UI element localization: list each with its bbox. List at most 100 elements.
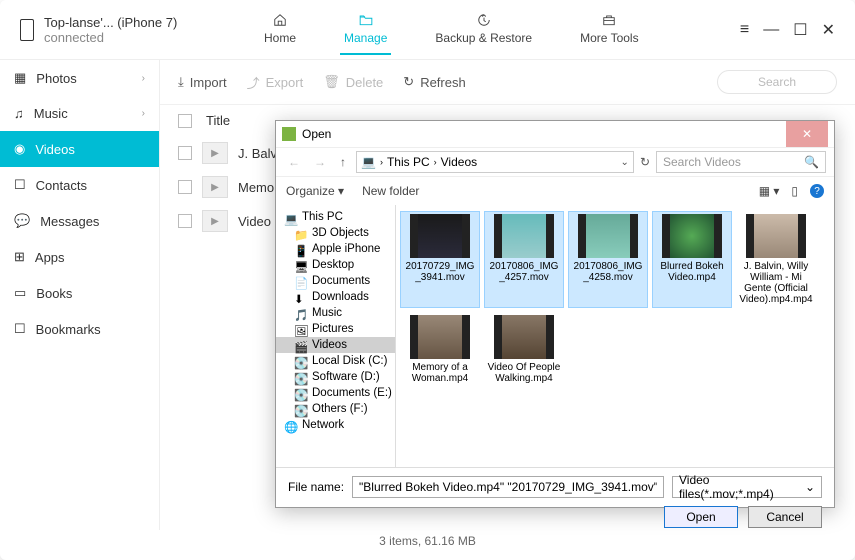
organize-menu[interactable]: Organize ▾ — [286, 184, 344, 198]
device-info: Top-lanse'... (iPhone 7) connected — [20, 15, 220, 45]
sidebar-item-contacts[interactable]: ☐Contacts — [0, 167, 159, 203]
help-icon[interactable]: ? — [810, 184, 824, 198]
file-item[interactable]: Video Of People Walking.mp4 — [484, 312, 564, 387]
tree-item[interactable]: 🎵Music — [276, 305, 395, 321]
filetype-select[interactable]: Video files(*.mov;*.mp4)⌄ — [672, 476, 822, 498]
tree-item[interactable]: 💽 Documents (E:) — [276, 385, 395, 401]
video-thumbnail — [746, 214, 806, 258]
row-checkbox[interactable] — [178, 146, 192, 160]
filename-input[interactable] — [352, 476, 664, 498]
new-folder-button[interactable]: New folder — [362, 184, 419, 198]
tree-label: Network — [302, 419, 344, 431]
filetype-label: Video files(*.mov;*.mp4) — [679, 473, 805, 501]
toolbox-icon — [601, 13, 617, 27]
file-item[interactable]: J. Balvin, Willy William - Mi Gente (Off… — [736, 211, 816, 308]
nav-more[interactable]: More Tools — [576, 5, 642, 55]
nav-manage[interactable]: Manage — [340, 5, 391, 55]
dialog-search-input[interactable]: Search Videos 🔍 — [656, 151, 826, 173]
up-button[interactable]: ↑ — [336, 155, 350, 169]
sidebar-item-videos[interactable]: ◉Videos — [0, 131, 159, 167]
back-button[interactable]: ← — [284, 155, 304, 169]
disk-icon: 💽 — [294, 372, 307, 383]
search-input[interactable]: Search — [717, 70, 837, 94]
select-all-checkbox[interactable] — [178, 114, 192, 128]
nav-backup[interactable]: Backup & Restore — [431, 5, 536, 55]
play-icon[interactable]: ▶ — [202, 210, 228, 232]
breadcrumb[interactable]: This PC — [387, 155, 430, 169]
menu-icon[interactable]: ≡ — [740, 21, 749, 39]
phone-icon — [20, 19, 34, 41]
minimize-button[interactable]: — — [763, 21, 779, 39]
organize-label: Organize — [286, 184, 335, 198]
file-label: 20170806_IMG_4257.mov — [487, 261, 561, 283]
file-item[interactable]: 20170806_IMG_4258.mov — [568, 211, 648, 308]
import-button[interactable]: ⤓Import — [178, 74, 227, 90]
status-bar: 3 items, 61.16 MB — [0, 534, 855, 548]
device-status: connected — [44, 30, 177, 45]
sidebar-item-messages[interactable]: 💬Messages — [0, 203, 159, 239]
export-button[interactable]: ⤴Export — [247, 73, 304, 92]
tree-item[interactable]: 💽Local Disk (C:) — [276, 353, 395, 369]
delete-button[interactable]: 🗑Delete — [323, 74, 383, 90]
sidebar-item-apps[interactable]: ⊞Apps — [0, 239, 159, 275]
tree-item[interactable]: 💽Software (D:) — [276, 369, 395, 385]
tree-item[interactable]: 💽Others (F:) — [276, 401, 395, 417]
tree-item[interactable]: 💻This PC — [276, 209, 395, 225]
row-checkbox[interactable] — [178, 214, 192, 228]
close-button[interactable]: ✕ — [822, 20, 835, 40]
disk-icon: 💽 — [294, 388, 307, 399]
folder-icon — [358, 13, 374, 27]
maximize-button[interactable]: ☐ — [793, 20, 807, 40]
refresh-button[interactable]: ↻Refresh — [403, 74, 465, 90]
tree-item[interactable]: 🎬Videos — [276, 337, 395, 353]
chevron-right-icon: › — [142, 73, 145, 84]
file-label: J. Balvin, Willy William - Mi Gente (Off… — [739, 261, 813, 305]
chevron-right-icon: › — [142, 108, 145, 119]
tree-item[interactable]: 📁3D Objects — [276, 225, 395, 241]
pc-icon: 💻 — [284, 212, 297, 223]
sidebar-item-bookmarks[interactable]: ☐Bookmarks — [0, 311, 159, 347]
nav-home[interactable]: Home — [260, 5, 300, 55]
tree-item[interactable]: 🖥Desktop — [276, 257, 395, 273]
dialog-title: Open — [302, 127, 331, 141]
play-icon[interactable]: ▶ — [202, 142, 228, 164]
view-menu[interactable]: ▦ ▾ — [759, 184, 780, 198]
dialog-close-button[interactable]: ✕ — [786, 121, 828, 147]
file-item[interactable]: Memory of a Woman.mp4 — [400, 312, 480, 387]
tree-label: Documents — [312, 275, 370, 287]
tree-item[interactable]: 🌐Network — [276, 417, 395, 433]
tree-item[interactable]: 📄Documents — [276, 273, 395, 289]
refresh-button[interactable]: ↻ — [640, 155, 650, 169]
tree-label: Documents (E:) — [312, 387, 392, 399]
tree-item[interactable]: ⬇Downloads — [276, 289, 395, 305]
sidebar-item-music[interactable]: ♫Music› — [0, 96, 159, 131]
address-bar[interactable]: 💻 › This PC › Videos ⌄ — [356, 151, 634, 173]
video-thumbnail — [494, 315, 554, 359]
device-name: Top-lanse'... (iPhone 7) — [44, 15, 177, 30]
video-icon: 🎬 — [294, 340, 307, 351]
search-placeholder: Search Videos — [663, 155, 741, 169]
preview-toggle[interactable]: ▯ — [791, 184, 798, 198]
breadcrumb[interactable]: Videos — [441, 155, 477, 169]
tree-item[interactable]: 🖼Pictures — [276, 321, 395, 337]
file-item[interactable]: 20170729_IMG_3941.mov — [400, 211, 480, 308]
file-item[interactable]: 20170806_IMG_4257.mov — [484, 211, 564, 308]
nav-backup-label: Backup & Restore — [435, 31, 532, 45]
sidebar-item-books[interactable]: ▭Books — [0, 275, 159, 311]
file-item[interactable]: Blurred Bokeh Video.mp4 — [652, 211, 732, 308]
forward-button[interactable]: → — [310, 155, 330, 169]
play-icon[interactable]: ▶ — [202, 176, 228, 198]
chevron-down-icon[interactable]: ⌄ — [621, 157, 629, 168]
home-icon — [272, 13, 288, 27]
phone-icon: 📱 — [294, 244, 307, 255]
open-button[interactable]: Open — [664, 506, 738, 528]
row-checkbox[interactable] — [178, 180, 192, 194]
tree-item[interactable]: 📱Apple iPhone — [276, 241, 395, 257]
sidebar-item-label: Bookmarks — [36, 322, 101, 337]
refresh-icon: ↻ — [403, 74, 414, 90]
sidebar-item-label: Apps — [35, 250, 65, 265]
pic-icon: 🖼 — [294, 324, 307, 335]
cancel-button[interactable]: Cancel — [748, 506, 822, 528]
video-thumbnail — [662, 214, 722, 258]
sidebar-item-photos[interactable]: ▦Photos› — [0, 60, 159, 96]
